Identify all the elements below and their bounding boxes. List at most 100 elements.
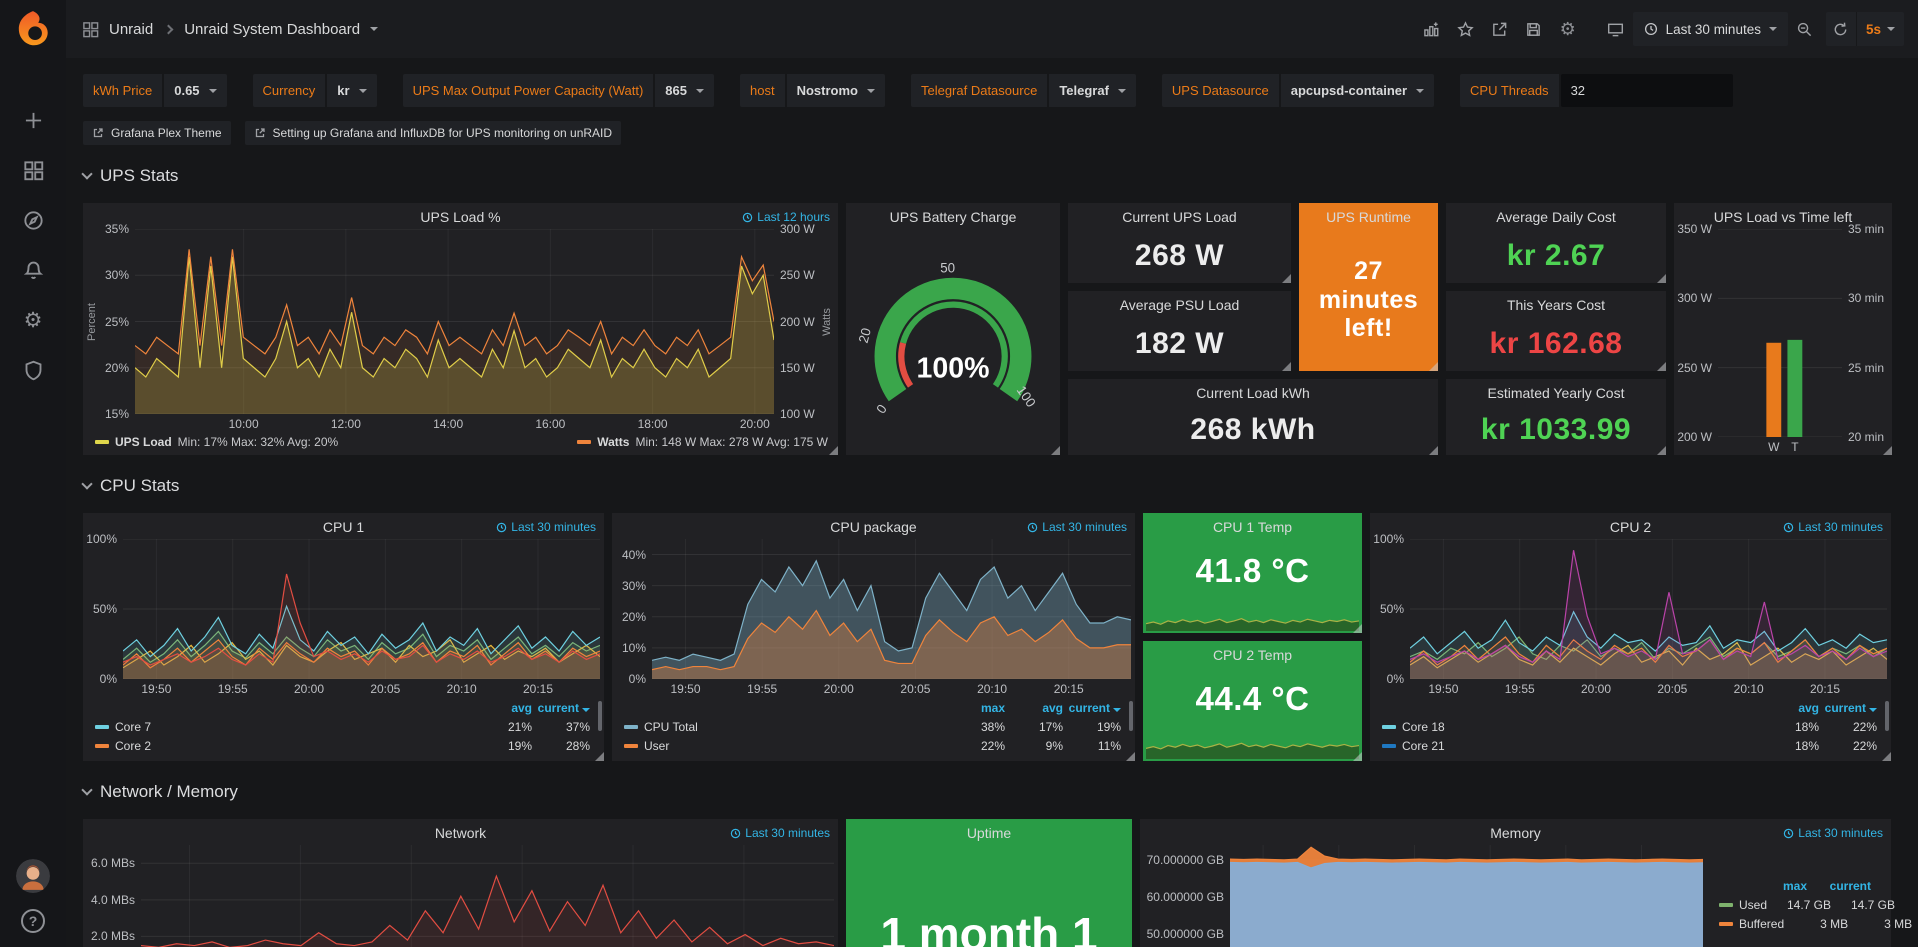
zoom-out-button[interactable] (1788, 12, 1822, 46)
panel-resize-handle[interactable] (1126, 752, 1135, 761)
panel-resize-handle[interactable] (1282, 362, 1291, 371)
grafana-logo[interactable] (12, 8, 54, 50)
memory-chart[interactable]: 70.000000 GB60.000000 GB50.000000 GB (1140, 845, 1707, 947)
sort-caret-icon[interactable] (1113, 708, 1121, 712)
panel-resize-handle[interactable] (1882, 752, 1891, 761)
section-header-cpu-stats[interactable]: CPU Stats (83, 471, 1902, 501)
refresh-interval-button[interactable]: 5s (1856, 12, 1904, 46)
panel-title[interactable]: UPS Runtime (1326, 209, 1411, 225)
save-button[interactable] (1517, 12, 1551, 46)
breadcrumb-dashboard-title[interactable]: Unraid System Dashboard (184, 21, 360, 38)
star-button[interactable] (1449, 12, 1483, 46)
cpu2-chart[interactable]: 100%50%0%19:5019:5520:0020:0520:1020:15 (1370, 539, 1891, 697)
link-grafana-plex-theme[interactable]: Grafana Plex Theme (83, 121, 231, 145)
panel-resize-handle[interactable] (1883, 446, 1892, 455)
sidebar-admin-button[interactable] (21, 358, 45, 382)
legend-scrollbar[interactable] (1129, 701, 1133, 731)
sort-caret-icon[interactable] (582, 708, 590, 712)
grafana-app: ⚙ ? (0, 0, 1918, 947)
legend-series-name[interactable]: Core 21 (1402, 739, 1445, 753)
panel-resize-handle[interactable] (1353, 752, 1362, 761)
variable-value-dropdown[interactable]: Telegraf (1049, 74, 1136, 107)
panel-title[interactable]: Network (435, 825, 486, 841)
legend-swatch (95, 744, 109, 748)
panel-title[interactable]: UPS Load % (420, 209, 500, 225)
cycle-view-mode-button[interactable] (1599, 12, 1633, 46)
panel-title[interactable]: CPU package (830, 519, 916, 535)
legend-series-name[interactable]: Core 7 (115, 720, 151, 734)
panel-resize-handle[interactable] (1657, 362, 1666, 371)
panel-title[interactable]: Memory (1490, 825, 1541, 841)
panel-resize-handle[interactable] (1657, 274, 1666, 283)
cpu-temp-cluster: CPU 1 Temp 41.8 °C CPU 2 Temp 44.4 °C (1143, 513, 1362, 761)
external-link-icon (254, 127, 266, 139)
network-chart[interactable]: 6.0 MBs4.0 MBs2.0 MBs (83, 845, 838, 947)
variable-value-dropdown[interactable]: Nostromo (787, 74, 885, 107)
panel-current-ups-load: Current UPS Load 268 W (1068, 203, 1291, 283)
panel-title[interactable]: CPU 1 Temp (1213, 519, 1292, 535)
sort-caret-icon[interactable] (1869, 708, 1877, 712)
legend-series-name[interactable]: Used (1739, 898, 1767, 912)
stat-value: kr 2.67 (1446, 229, 1666, 283)
ups-load-chart[interactable]: Percent35%30%25%20%15%300 W250 W200 W150… (83, 229, 838, 432)
sidebar-explore-button[interactable] (21, 208, 45, 232)
legend-series-name[interactable]: Buffered (1739, 917, 1784, 931)
time-picker-button[interactable]: Last 30 minutes (1633, 12, 1788, 46)
chevron-down-icon (1769, 27, 1777, 31)
panel-title[interactable]: UPS Load vs Time left (1714, 209, 1853, 225)
legend-series-name[interactable]: Watts (597, 435, 629, 449)
legend-row: Used 14.7 GB14.7 GB (1719, 895, 1871, 914)
panel-resize-handle[interactable] (1429, 362, 1438, 371)
share-button[interactable] (1483, 12, 1517, 46)
panel-title[interactable]: UPS Battery Charge (890, 209, 1017, 225)
variable-value-dropdown[interactable]: apcupsd-container (1281, 74, 1434, 107)
panel-resize-handle[interactable] (595, 752, 604, 761)
panel-resize-handle[interactable] (1657, 446, 1666, 455)
sidebar-configuration-button[interactable]: ⚙ (21, 308, 45, 332)
variable-label: kWh Price (83, 74, 162, 107)
section-header-ups-stats[interactable]: UPS Stats (83, 161, 1902, 191)
panel-title[interactable]: Average Daily Cost (1496, 209, 1616, 225)
variable-value-dropdown[interactable]: 865 (655, 74, 714, 107)
panel-resize-handle[interactable] (1429, 446, 1438, 455)
panel-title[interactable]: Average PSU Load (1120, 297, 1240, 313)
legend-series-name[interactable]: Core 18 (1402, 720, 1445, 734)
cpu-package-chart[interactable]: 40%30%20%10%0%19:5019:5520:0020:0520:102… (612, 539, 1135, 697)
legend-series-name[interactable]: User (644, 739, 669, 753)
breadcrumb-folder[interactable]: Unraid (109, 21, 153, 38)
legend-scrollbar[interactable] (598, 701, 602, 731)
panel-title[interactable]: Current Load kWh (1196, 385, 1310, 401)
variable-value-dropdown[interactable]: kr (327, 74, 376, 107)
chevron-down-icon[interactable] (370, 27, 378, 31)
sidebar-dashboards-button[interactable] (21, 158, 45, 182)
add-panel-button[interactable] (1415, 12, 1449, 46)
panel-title[interactable]: Uptime (967, 825, 1011, 841)
panel-title[interactable]: Current UPS Load (1122, 209, 1236, 225)
section-header-network-memory[interactable]: Network / Memory (83, 777, 1902, 807)
legend-scrollbar[interactable] (1885, 701, 1889, 731)
legend-series-name[interactable]: Core 2 (115, 739, 151, 753)
panel-resize-handle[interactable] (1353, 624, 1362, 633)
gear-icon: ⚙ (1560, 20, 1576, 38)
panel-resize-handle[interactable] (1051, 446, 1060, 455)
variable-value-dropdown[interactable]: 0.65 (164, 74, 226, 107)
cpu1-chart[interactable]: 100%50%0%19:5019:5520:0020:0520:1020:15 (83, 539, 604, 697)
panel-resize-handle[interactable] (1282, 274, 1291, 283)
panel-title[interactable]: CPU 2 (1610, 519, 1651, 535)
panel-title[interactable]: Estimated Yearly Cost (1488, 385, 1625, 401)
sidebar-alerting-button[interactable] (21, 258, 45, 282)
legend-series-name[interactable]: CPU Total (644, 720, 698, 734)
panel-title[interactable]: CPU 1 (323, 519, 364, 535)
sidebar-create-button[interactable] (21, 108, 45, 132)
user-avatar[interactable] (16, 859, 50, 893)
dashboard-settings-button[interactable]: ⚙ (1551, 12, 1585, 46)
ups-load-vs-time-chart[interactable]: 350 W300 W250 W200 W35 min30 min25 min20… (1674, 229, 1892, 455)
legend-series-name[interactable]: UPS Load (115, 435, 172, 449)
panel-title[interactable]: CPU 2 Temp (1213, 647, 1292, 663)
cpu-threads-input[interactable] (1561, 74, 1733, 107)
link-ups-monitoring-guide[interactable]: Setting up Grafana and InfluxDB for UPS … (245, 121, 622, 145)
help-button[interactable]: ? (21, 909, 45, 933)
panel-title[interactable]: This Years Cost (1507, 297, 1605, 313)
panel-resize-handle[interactable] (829, 446, 838, 455)
refresh-button[interactable] (1826, 12, 1856, 46)
